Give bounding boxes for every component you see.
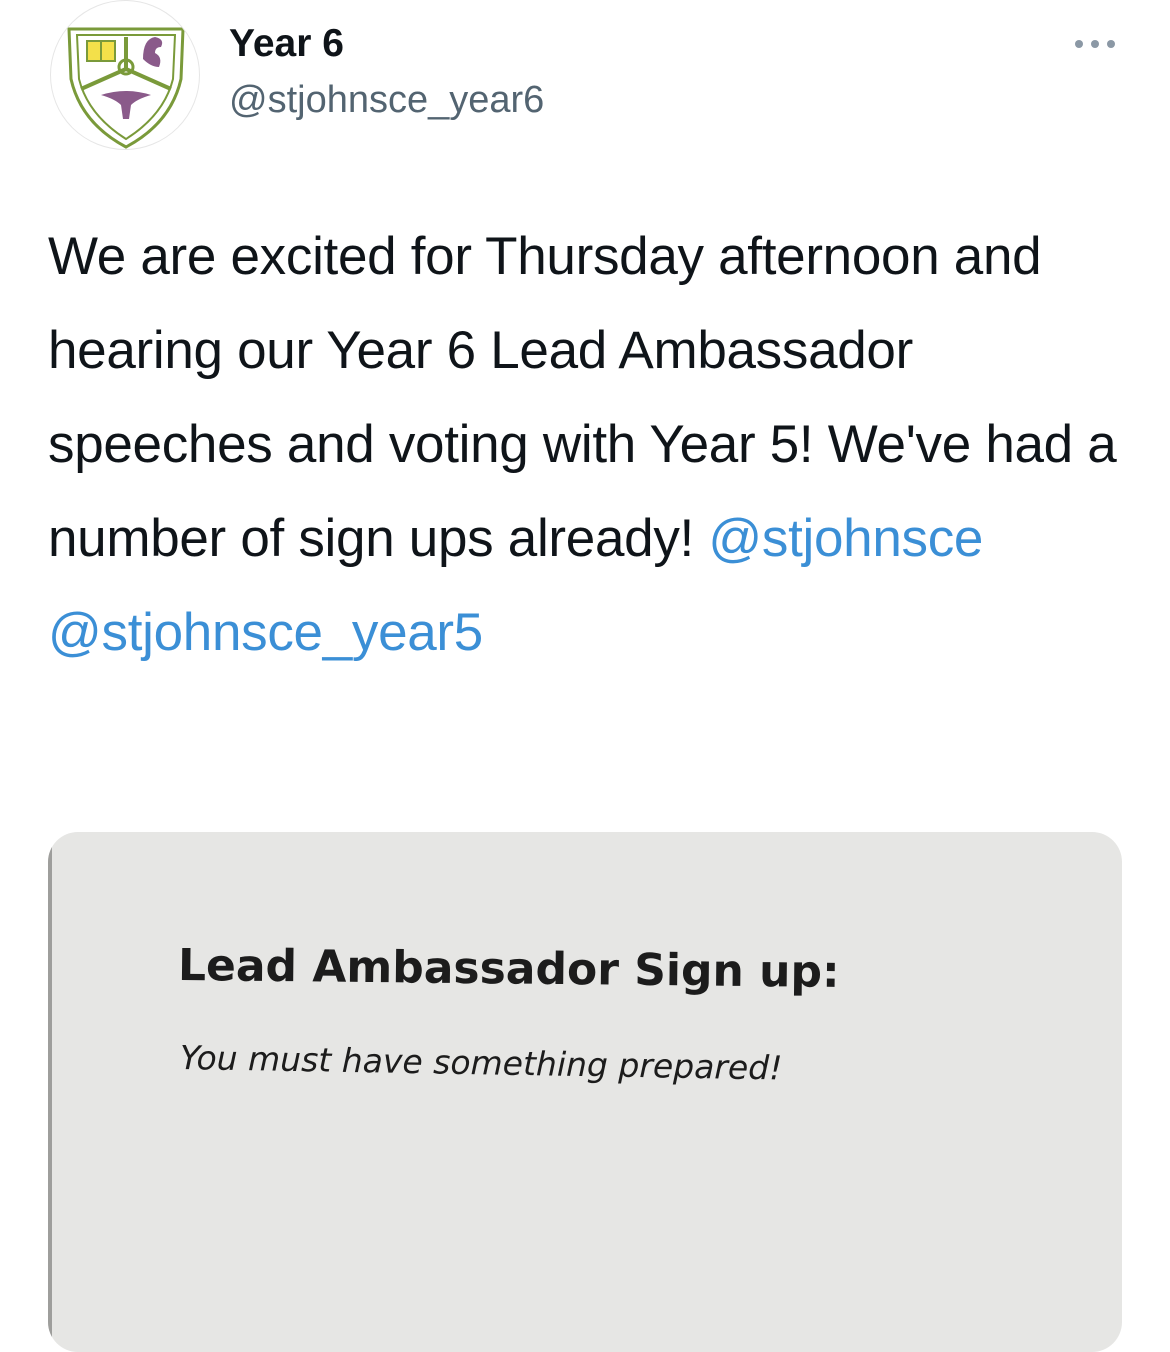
mention-link-stjohnsce-year5[interactable]: @stjohnsce_year5 [48, 603, 483, 662]
tweet-text: We are excited for Thursday afternoon an… [48, 210, 1128, 680]
tweet-header: Year 6 @stjohnsce_year6 [0, 0, 1170, 160]
ellipsis-icon [1075, 40, 1115, 48]
paper-title: Lead Ambassador Sign up: [177, 940, 840, 998]
user-handle[interactable]: @stjohnsce_year6 [229, 76, 544, 124]
paper-subtitle: You must have something prepared! [179, 1038, 783, 1088]
paper-edge [48, 832, 52, 1352]
school-crest-icon [67, 27, 185, 149]
avatar[interactable] [50, 0, 200, 150]
more-options-button[interactable] [1070, 28, 1120, 60]
mention-link-stjohnsce[interactable]: @stjohnsce [708, 509, 983, 568]
display-name[interactable]: Year 6 [229, 20, 344, 68]
tweet-media-image[interactable]: Lead Ambassador Sign up: You must have s… [48, 832, 1122, 1352]
